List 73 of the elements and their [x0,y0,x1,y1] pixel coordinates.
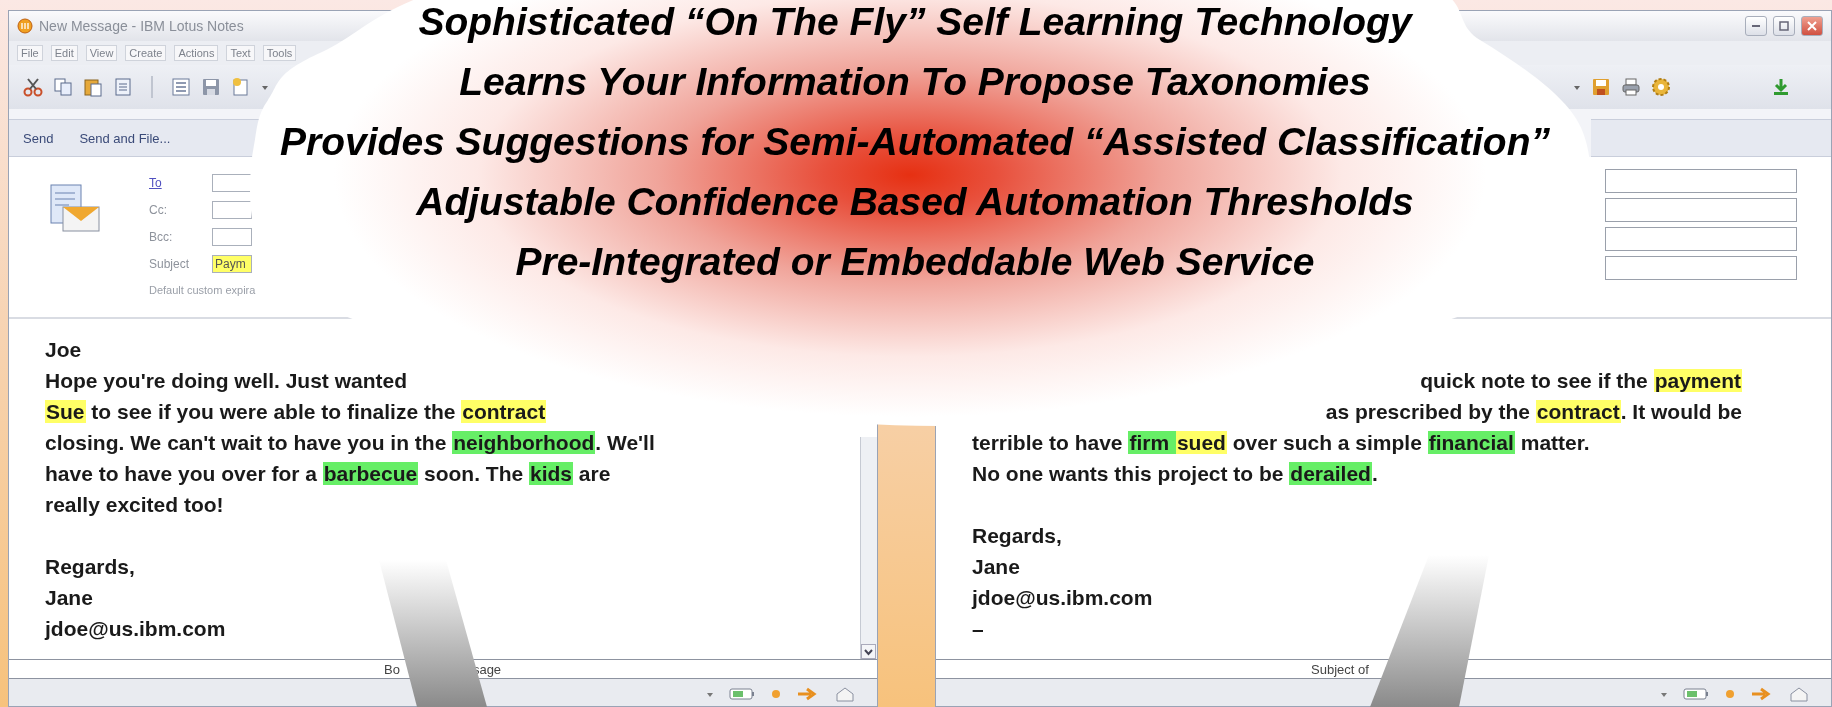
scissors-icon[interactable] [23,77,43,97]
field-label: Subject of [1311,661,1369,677]
input-field[interactable]: Paym [212,254,252,273]
email-text-line: jdoe@us.ibm.com [45,616,227,642]
battery-icon[interactable] [1683,686,1709,701]
field-label: Subject [149,256,190,271]
field-label: Default custom expira [149,283,256,298]
menu-item[interactable]: Text [226,45,255,61]
house-icon[interactable] [1789,685,1809,702]
download-icon[interactable] [1771,77,1791,97]
scrollbar[interactable] [860,437,877,659]
email-text-line: closing. We can't wait to have you in the neighborhood. We'll [45,430,656,456]
menu-item[interactable]: View [85,45,118,61]
menu-item[interactable]: File [17,45,43,61]
email-text-line: Jane [972,554,1021,580]
dot-icon[interactable] [771,688,781,699]
field-label: Bo [384,661,400,677]
battery-icon[interactable] [729,686,755,701]
document-icon[interactable] [113,77,133,97]
field-label: Bcc: [149,229,173,244]
save-icon[interactable] [201,77,221,97]
close-icon [1807,21,1817,31]
feature-text: Learns Your Information To Propose Taxonomies [459,60,1371,104]
maximize-icon [1779,21,1789,31]
copy-icon[interactable] [53,77,73,97]
email-text-line: Regards, [45,554,136,580]
gear-icon[interactable] [1651,77,1671,97]
arrow-icon[interactable] [797,686,819,701]
dot-icon[interactable] [1725,688,1735,699]
app-icon [17,18,33,34]
close-button[interactable] [1801,16,1823,36]
feature-text: Sophisticated “On The Fly” Self Learning Technology [418,0,1412,44]
feature-text: Provides Suggestions for Semi-Automated “Assisted Classification” [280,120,1550,164]
input-field[interactable] [212,227,252,246]
menu-item[interactable]: Create [125,45,167,61]
email-text-line: jdoe@us.ibm.com [972,585,1154,611]
input-field[interactable] [1605,169,1797,193]
action-button[interactable]: Send and File... [79,130,171,146]
input-field[interactable] [212,200,252,219]
scroll-down-icon[interactable] [861,644,876,659]
minimize-button[interactable] [1745,16,1767,36]
menu-item[interactable]: Edit [50,45,78,61]
feature-text: Adjustable Confidence Based Automation Thresholds [416,180,1414,224]
maximize-button[interactable] [1773,16,1795,36]
list-icon[interactable] [171,77,191,97]
menu-item[interactable]: Actions [174,45,219,61]
clipboard-icon[interactable] [83,77,103,97]
printer-icon[interactable] [1621,77,1641,97]
to-link[interactable]: To [149,175,162,190]
email-text-line: have to have you over for a barbecue soon. The kids are [45,461,612,487]
field-label: Cc: [149,202,167,217]
email-text-line: – [972,616,985,642]
window-title: New Message - IBM Lotus Notes [39,18,244,34]
feature-text: Pre-Integrated or Embeddable Web Service [515,240,1315,284]
envelope-icon [49,183,101,235]
house-icon[interactable] [835,685,855,702]
email-text-line: No one wants this project to be derailed. [972,461,1379,487]
email-text-line: really excited too! [45,492,225,518]
email-text-line: terrible to have firm sued over such a simple financial matter. [972,430,1591,456]
input-field[interactable] [1605,227,1797,251]
new-document-icon[interactable] [231,77,251,97]
email-text-line: Regards, [972,523,1063,549]
email-text-line: Jane [45,585,94,611]
input-field[interactable] [1605,198,1797,222]
minimize-icon [1752,25,1760,27]
arrow-icon[interactable] [1751,686,1773,701]
save-icon[interactable] [1591,77,1611,97]
action-button[interactable]: Send [23,130,54,146]
email-text-line: Hope you're doing well. Just wanted [45,368,409,394]
email-text-line: Joe [45,337,83,363]
input-field[interactable] [1605,256,1797,280]
menu-item[interactable]: Tools [262,45,297,61]
input-field[interactable] [212,173,252,192]
